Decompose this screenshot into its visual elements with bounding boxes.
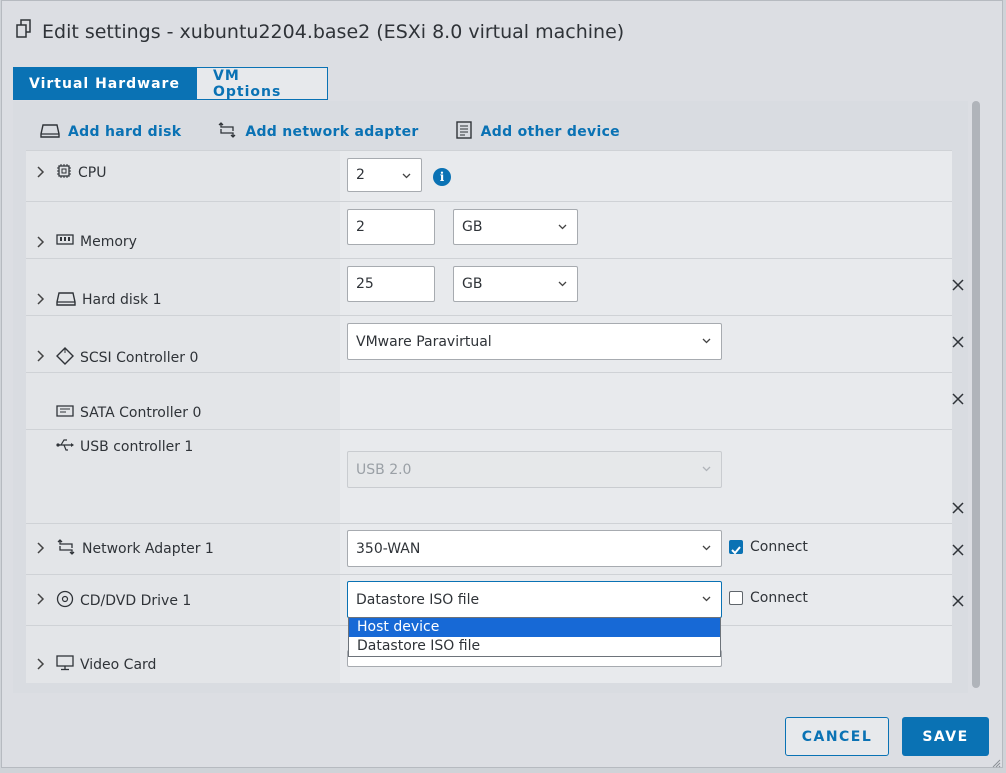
sata-controller-label-text: SATA Controller 0 bbox=[80, 405, 202, 421]
monitor-icon bbox=[56, 655, 74, 675]
checkmark-icon bbox=[731, 546, 741, 555]
network-select[interactable]: 350-WAN bbox=[347, 530, 722, 567]
usb-version-value: USB 2.0 bbox=[356, 461, 412, 478]
usb-controller-label-text: USB controller 1 bbox=[80, 439, 194, 455]
chevron-down-icon bbox=[558, 281, 567, 287]
cddvd-connect-label: Connect bbox=[750, 590, 808, 606]
dropdown-option-datastore-iso[interactable]: Datastore ISO file bbox=[349, 637, 720, 656]
chevron-right-icon[interactable] bbox=[34, 658, 46, 670]
video-card-label-text: Video Card bbox=[80, 657, 157, 673]
chevron-down-icon bbox=[402, 173, 411, 179]
cpu-label: CPU bbox=[56, 163, 106, 183]
sata-controller-label: SATA Controller 0 bbox=[56, 404, 201, 422]
chevron-right-icon[interactable] bbox=[34, 293, 46, 305]
cpu-count-value: 2 bbox=[356, 167, 365, 183]
vm-settings-icon bbox=[16, 19, 34, 44]
hard-disk-icon bbox=[56, 290, 76, 310]
hard-disk-icon bbox=[40, 122, 60, 142]
cpu-icon bbox=[56, 163, 72, 183]
hard-disk-label: Hard disk 1 bbox=[56, 290, 162, 310]
chevron-down-icon bbox=[702, 596, 711, 602]
hard-disk-unit-select[interactable]: GB bbox=[453, 266, 578, 302]
scsi-controller-label-text: SCSI Controller 0 bbox=[80, 350, 199, 366]
cancel-button[interactable]: CANCEL bbox=[785, 717, 889, 756]
cpu-count-select[interactable]: 2 bbox=[347, 158, 422, 192]
save-button[interactable]: SAVE bbox=[902, 717, 989, 756]
add-network-adapter-label: Add network adapter bbox=[245, 124, 419, 140]
chevron-down-icon bbox=[558, 224, 567, 230]
add-other-device-label: Add other device bbox=[480, 124, 620, 140]
cddvd-drive-label-text: CD/DVD Drive 1 bbox=[80, 593, 192, 609]
cpu-label-text: CPU bbox=[78, 165, 107, 181]
sata-controller-icon bbox=[56, 404, 74, 422]
network-connect-checkbox[interactable] bbox=[729, 540, 743, 555]
add-other-device-button[interactable]: Add other device bbox=[455, 121, 620, 143]
memory-label-text: Memory bbox=[80, 234, 137, 250]
cddvd-source-select[interactable]: Datastore ISO file bbox=[347, 581, 722, 618]
hard-disk-label-text: Hard disk 1 bbox=[82, 292, 162, 308]
info-icon[interactable]: i bbox=[433, 168, 451, 186]
network-connect-label: Connect bbox=[750, 539, 808, 555]
network-adapter-icon bbox=[217, 122, 237, 142]
chevron-right-icon[interactable] bbox=[34, 166, 46, 178]
remove-sata-close-icon[interactable] bbox=[951, 392, 965, 406]
network-adapter-label-text: Network Adapter 1 bbox=[82, 541, 214, 557]
chevron-down-icon bbox=[702, 545, 711, 551]
scrollbar[interactable] bbox=[972, 101, 980, 688]
hard-disk-unit-value: GB bbox=[462, 276, 483, 292]
memory-size-input[interactable]: 2 bbox=[347, 209, 435, 245]
add-hard-disk-button[interactable]: Add hard disk bbox=[40, 121, 181, 143]
scsi-type-select[interactable]: VMware Paravirtual bbox=[347, 323, 722, 360]
hard-disk-size-input[interactable]: 25 bbox=[347, 266, 435, 302]
memory-icon bbox=[56, 233, 74, 251]
usb-icon bbox=[56, 438, 74, 456]
cddvd-source-value: Datastore ISO file bbox=[356, 591, 480, 608]
disc-icon bbox=[56, 590, 74, 612]
chevron-down-icon bbox=[702, 466, 711, 472]
usb-version-select: USB 2.0 bbox=[347, 451, 722, 488]
resize-handle-icon[interactable] bbox=[991, 758, 1001, 768]
memory-unit-value: GB bbox=[462, 219, 483, 235]
dialog-title: Edit settings - xubuntu2204.base2 (ESXi … bbox=[16, 19, 624, 44]
chevron-right-icon[interactable] bbox=[34, 350, 46, 362]
add-network-adapter-button[interactable]: Add network adapter bbox=[217, 121, 418, 143]
chevron-right-icon[interactable] bbox=[34, 236, 46, 248]
remove-scsi-close-icon[interactable] bbox=[951, 335, 965, 349]
tab-vm-options[interactable]: VM Options bbox=[196, 67, 328, 100]
remove-hard-disk-close-icon[interactable] bbox=[951, 278, 965, 292]
remove-usb-close-icon[interactable] bbox=[951, 501, 965, 515]
chevron-right-icon[interactable] bbox=[34, 593, 46, 605]
scsi-type-value: VMware Paravirtual bbox=[356, 333, 492, 350]
dropdown-option-host-device[interactable]: Host device bbox=[349, 618, 720, 637]
other-device-icon bbox=[455, 121, 473, 143]
add-hard-disk-label: Add hard disk bbox=[68, 124, 182, 140]
cpu-row: CPU bbox=[26, 150, 952, 202]
memory-unit-select[interactable]: GB bbox=[453, 209, 578, 245]
remove-cddvd-close-icon[interactable] bbox=[951, 594, 965, 608]
sata-controller-row: SATA Controller 0 bbox=[26, 372, 964, 430]
scsi-controller-label: SCSI Controller 0 bbox=[56, 347, 198, 369]
remove-network-close-icon[interactable] bbox=[951, 543, 965, 557]
tab-bar: Virtual Hardware VM Options bbox=[13, 67, 328, 101]
scsi-controller-icon bbox=[56, 347, 74, 369]
cddvd-connect-checkbox[interactable] bbox=[729, 591, 743, 605]
network-value: 350-WAN bbox=[356, 540, 421, 557]
tab-virtual-hardware[interactable]: Virtual Hardware bbox=[13, 67, 196, 100]
network-adapter-icon bbox=[56, 539, 76, 559]
chevron-right-icon[interactable] bbox=[34, 542, 46, 554]
chevron-down-icon bbox=[702, 338, 711, 344]
usb-controller-label: USB controller 1 bbox=[56, 438, 193, 456]
cddvd-drive-label: CD/DVD Drive 1 bbox=[56, 590, 191, 612]
memory-label: Memory bbox=[56, 233, 137, 251]
network-adapter-label: Network Adapter 1 bbox=[56, 539, 214, 559]
hardware-toolbar: Add hard disk Add network adapter Add ot… bbox=[40, 121, 620, 143]
dialog-title-text: Edit settings - xubuntu2204.base2 (ESXi … bbox=[42, 20, 625, 43]
cddvd-source-dropdown: Host device Datastore ISO file bbox=[348, 617, 721, 657]
video-card-label: Video Card bbox=[56, 655, 156, 675]
